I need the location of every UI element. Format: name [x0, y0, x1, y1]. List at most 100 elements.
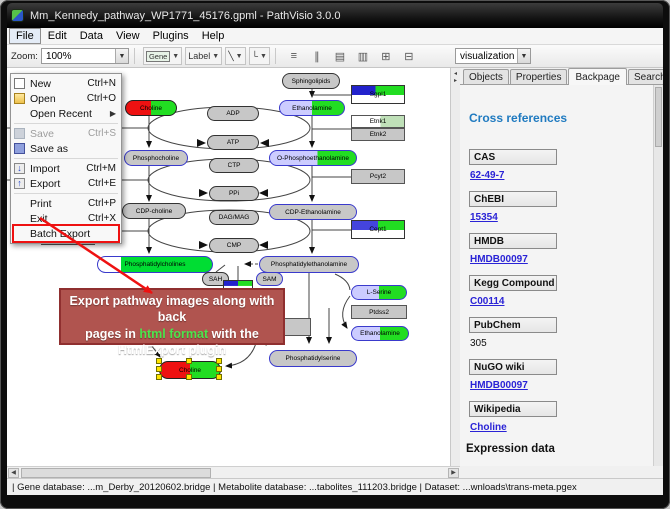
- pathway-node-cdp-ethanolamine[interactable]: CDP-Ethanolamine: [269, 204, 357, 220]
- tab-properties[interactable]: Properties: [510, 69, 568, 84]
- menu-plugins[interactable]: Plugins: [147, 29, 195, 43]
- menu-item-import[interactable]: ↓ImportCtrl+M: [11, 161, 121, 176]
- section-header: Kegg Compound: [469, 275, 557, 291]
- menu-item-batch-export[interactable]: Batch Export: [11, 226, 121, 241]
- annotation-line3: HtmlExport plugin: [118, 343, 226, 357]
- menu-item-label: Export: [30, 178, 88, 190]
- pathway-node-cdp-choline[interactable]: CDP-choline: [122, 203, 186, 219]
- xref-link-c00114[interactable]: C00114: [470, 296, 504, 307]
- pathway-node-adp[interactable]: ADP: [207, 106, 259, 121]
- pathway-node-cmp[interactable]: CMP: [209, 238, 259, 253]
- xref-link-hmdb00097[interactable]: HMDB00097: [470, 254, 528, 265]
- menu-item-icon-slot: [14, 143, 30, 154]
- xref-link-choline[interactable]: Choline: [470, 422, 507, 433]
- scroll-left-icon[interactable]: ◀: [8, 468, 19, 478]
- menu-item-label: Open: [30, 93, 87, 105]
- section-header: HMDB: [469, 233, 557, 249]
- pathway-node-atp[interactable]: ATP: [207, 135, 259, 150]
- new-connector-button[interactable]: └ ▼: [249, 47, 270, 65]
- selection-handle[interactable]: [186, 358, 192, 364]
- selection-handle[interactable]: [216, 366, 222, 372]
- scrollbar-thumb[interactable]: [21, 468, 211, 478]
- new-line-button[interactable]: ╲ ▼: [225, 47, 245, 65]
- pathway-node-phosphatidylcholines[interactable]: Phosphatidylcholines: [97, 256, 213, 273]
- pathway-node-ctp[interactable]: CTP: [209, 158, 259, 173]
- pathway-node-ppi[interactable]: PPi: [209, 186, 259, 201]
- node-label: Pcyt2: [370, 173, 386, 180]
- menu-item-export[interactable]: ↑ExportCtrl+E: [11, 176, 121, 191]
- pathway-node-ethanolamine-btm[interactable]: Ethanolamine: [351, 326, 409, 341]
- sidebar-scrollbar[interactable]: [653, 85, 663, 466]
- pathway-node-ethanolamine-top[interactable]: Ethanolamine: [279, 100, 345, 116]
- menu-item-print[interactable]: PrintCtrl+P: [11, 196, 121, 211]
- pathway-node-l-serine[interactable]: L-Serine: [351, 285, 407, 300]
- node-label: Etnk1: [370, 118, 387, 125]
- menu-data[interactable]: Data: [74, 29, 109, 43]
- selection-handle[interactable]: [156, 358, 162, 364]
- pathway-node-pcyt2[interactable]: Pcyt2: [351, 169, 405, 184]
- chevron-down-icon[interactable]: ▼: [260, 53, 267, 60]
- canvas-horizontal-scrollbar[interactable]: ◀ ▶: [7, 466, 460, 478]
- menu-item-new[interactable]: NewCtrl+N: [11, 76, 121, 91]
- align-middle-icon[interactable]: ∥: [307, 47, 327, 65]
- scroll-right-icon[interactable]: ▶: [448, 468, 459, 478]
- pathway-node-phosphatidylserine[interactable]: Phosphatidylserine: [269, 350, 357, 367]
- selection-handle[interactable]: [156, 366, 162, 372]
- selection-handle[interactable]: [216, 374, 222, 380]
- pathway-node-o-phosphoethanolamine[interactable]: O-Phosphoethanolamine: [269, 150, 357, 166]
- pathway-node-sgpl1[interactable]: Sgpl1: [351, 85, 405, 104]
- scrollbar-thumb[interactable]: [655, 87, 662, 147]
- pathway-node-sam[interactable]: SAM: [256, 272, 283, 286]
- selection-handle[interactable]: [216, 358, 222, 364]
- pathway-node-etnk2[interactable]: Etnk2: [351, 128, 405, 141]
- menu-help[interactable]: Help: [196, 29, 231, 43]
- pathway-node-phosphocholine[interactable]: Phosphocholine: [124, 150, 188, 166]
- pathway-node-choline-top[interactable]: Choline: [125, 100, 177, 116]
- align-center-icon[interactable]: ≡: [284, 47, 304, 65]
- title-bar[interactable]: Mm_Kennedy_pathway_WP1771_45176.gpml - P…: [7, 3, 663, 28]
- chevron-down-icon[interactable]: ▼: [172, 53, 179, 60]
- menu-item-open[interactable]: OpenCtrl+O: [11, 91, 121, 106]
- pathway-node-etnk1[interactable]: Etnk1: [351, 115, 405, 128]
- pathway-node-dag[interactable]: DAG/MAG: [209, 210, 259, 225]
- chevron-down-icon[interactable]: ▼: [517, 49, 530, 63]
- tab-search[interactable]: Search: [628, 69, 663, 84]
- tab-backpage[interactable]: Backpage: [568, 68, 626, 85]
- menu-edit[interactable]: Edit: [42, 29, 73, 43]
- xref-link-62-49-7[interactable]: 62-49-7: [470, 170, 504, 181]
- menu-item-save-as[interactable]: Save as: [11, 141, 121, 156]
- pathway-node-ptdss2[interactable]: Ptdss2: [351, 305, 407, 319]
- zoom-combobox[interactable]: 100% ▼: [41, 48, 129, 64]
- chevron-down-icon[interactable]: ▼: [236, 53, 243, 60]
- chevron-down-icon[interactable]: ▼: [212, 53, 219, 60]
- new-label-button[interactable]: Label ▼: [185, 47, 222, 65]
- new-datanode-button[interactable]: Gene ▼: [143, 47, 182, 65]
- pathway-node-phosphatidylethanolamine[interactable]: Phosphatidylethanolamine: [259, 256, 359, 273]
- menu-item-save[interactable]: SaveCtrl+S: [11, 126, 121, 141]
- xref-link-15354[interactable]: 15354: [470, 212, 498, 223]
- menu-item-label: Save: [30, 128, 88, 140]
- menu-item-shortcut: Ctrl+S: [88, 128, 116, 139]
- stack-vertical-icon[interactable]: ▤: [330, 47, 350, 65]
- stack-horizontal-icon[interactable]: ▥: [353, 47, 373, 65]
- node-label: ADP: [226, 110, 239, 117]
- pathway-node-sphingolipids[interactable]: Sphingolipids: [282, 73, 340, 89]
- selection-handle[interactable]: [186, 374, 192, 380]
- section-value: C00114: [470, 296, 653, 307]
- tab-objects[interactable]: Objects: [463, 69, 509, 84]
- menu-file[interactable]: File: [9, 28, 41, 44]
- chevron-down-icon[interactable]: ▼: [115, 49, 128, 63]
- xref-link-hmdb00097[interactable]: HMDB00097: [470, 380, 528, 391]
- menu-item-open-recent[interactable]: Open Recent▶: [11, 106, 121, 121]
- node-label: Phosphatidylcholines: [124, 261, 185, 268]
- menu-view[interactable]: View: [110, 29, 146, 43]
- group-icon[interactable]: ⊟: [399, 47, 419, 65]
- pathway-node-choline-btm[interactable]: Choline: [159, 361, 221, 379]
- split-pane-divider[interactable]: ◂▸: [451, 68, 460, 466]
- section-header: NuGO wiki: [469, 359, 557, 375]
- common-size-icon[interactable]: ⊞: [376, 47, 396, 65]
- menu-item-label: Print: [30, 198, 88, 210]
- pathway-node-cept1[interactable]: Cept1: [351, 220, 405, 239]
- selection-handle[interactable]: [156, 374, 162, 380]
- visualization-combobox[interactable]: visualization ▼: [455, 48, 531, 64]
